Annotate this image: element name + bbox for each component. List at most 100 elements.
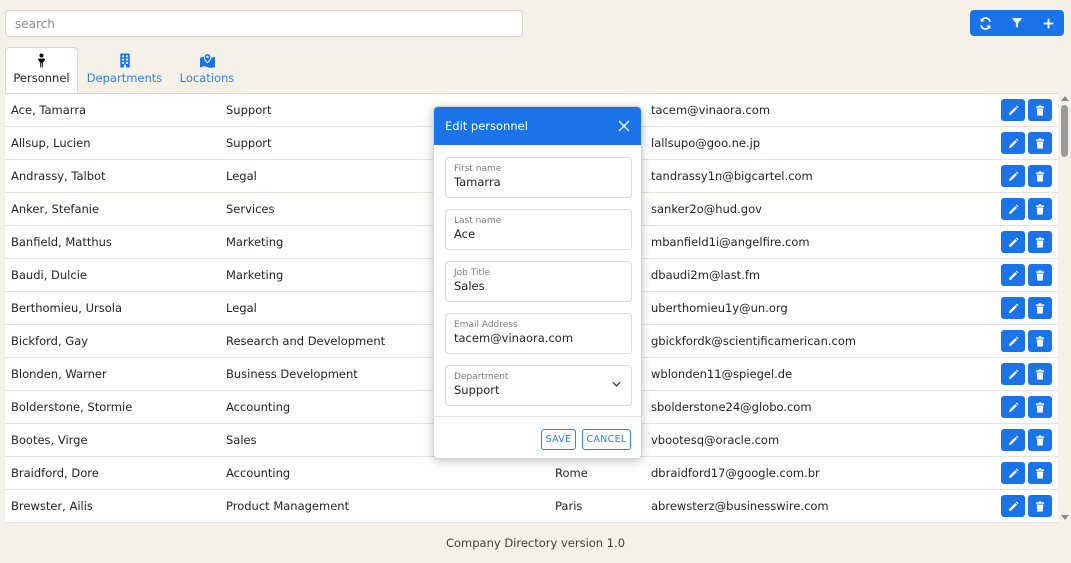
department-select[interactable]: Department Support bbox=[445, 365, 632, 406]
employee-email: sbolderstone24@globo.com bbox=[651, 400, 812, 414]
employee-department: Support bbox=[226, 136, 272, 150]
modal-title: Edit personnel bbox=[445, 119, 528, 133]
close-button[interactable] bbox=[617, 119, 631, 133]
delete-button[interactable] bbox=[1028, 495, 1052, 517]
employee-department: Accounting bbox=[226, 466, 291, 480]
pencil-icon bbox=[1008, 236, 1019, 247]
employee-email: tandrassy1n@bigcartel.com bbox=[651, 169, 813, 183]
table-row: Braidford, Dore Accounting Rome dbraidford1… bbox=[5, 457, 1058, 490]
refresh-icon bbox=[980, 16, 991, 30]
last-name-field[interactable]: Last name Ace bbox=[445, 209, 632, 250]
trash-icon bbox=[1035, 368, 1045, 380]
first-name-label: First name bbox=[454, 164, 502, 174]
tab-label: Departments bbox=[86, 71, 163, 85]
add-button[interactable] bbox=[1033, 10, 1064, 36]
first-name-field[interactable]: First name Tamarra bbox=[445, 157, 632, 198]
delete-button[interactable] bbox=[1028, 363, 1052, 385]
employee-location: Rome bbox=[555, 466, 588, 480]
employee-email: gbickfordk@scientificamerican.com bbox=[651, 334, 857, 348]
trash-icon bbox=[1035, 236, 1045, 248]
edit-button[interactable] bbox=[1001, 198, 1025, 220]
delete-button[interactable] bbox=[1028, 99, 1052, 121]
delete-button[interactable] bbox=[1028, 198, 1052, 220]
save-button[interactable]: SAVE bbox=[541, 429, 576, 450]
employee-email: sanker2o@hud.gov bbox=[651, 202, 762, 216]
trash-icon bbox=[1035, 434, 1045, 446]
trash-icon bbox=[1035, 170, 1045, 182]
close-icon bbox=[618, 120, 630, 132]
edit-button[interactable] bbox=[1001, 495, 1025, 517]
scrollbar-thumb[interactable] bbox=[1061, 105, 1068, 157]
job-title-field[interactable]: Job Title Sales bbox=[445, 261, 632, 302]
last-name-label: Last name bbox=[454, 216, 502, 226]
delete-button[interactable] bbox=[1028, 462, 1052, 484]
email-value[interactable]: tacem@vinaora.com bbox=[454, 331, 623, 345]
email-field[interactable]: Email Address tacem@vinaora.com bbox=[445, 313, 632, 354]
employee-name: Allsup, Lucien bbox=[11, 136, 91, 150]
tab-bar: Personnel Departments Locations bbox=[5, 47, 243, 94]
delete-button[interactable] bbox=[1028, 231, 1052, 253]
edit-button[interactable] bbox=[1001, 165, 1025, 187]
employee-name: Brewster, Ailis bbox=[11, 499, 93, 513]
employee-name: Andrassy, Talbot bbox=[11, 169, 106, 183]
edit-button[interactable] bbox=[1001, 264, 1025, 286]
trash-icon bbox=[1035, 203, 1045, 215]
tab-locations[interactable]: Locations bbox=[171, 47, 243, 94]
employee-department: Accounting bbox=[226, 400, 291, 414]
last-name-value[interactable]: Ace bbox=[454, 227, 623, 241]
cancel-button[interactable]: CANCEL bbox=[582, 429, 631, 450]
scroll-up-arrow-icon[interactable] bbox=[1061, 96, 1069, 101]
employee-name: Blonden, Warner bbox=[11, 367, 107, 381]
edit-button[interactable] bbox=[1001, 99, 1025, 121]
scroll-down-arrow-icon[interactable] bbox=[1061, 515, 1069, 520]
employee-name: Anker, Stefanie bbox=[11, 202, 100, 216]
employee-name: Berthomieu, Ursola bbox=[11, 301, 123, 315]
edit-button[interactable] bbox=[1001, 231, 1025, 253]
delete-button[interactable] bbox=[1028, 429, 1052, 451]
employee-email: mbanfield1i@angelfire.com bbox=[651, 235, 810, 249]
trash-icon bbox=[1035, 137, 1045, 149]
edit-button[interactable] bbox=[1001, 363, 1025, 385]
trash-icon bbox=[1035, 401, 1045, 413]
filter-button[interactable] bbox=[1001, 10, 1032, 36]
employee-department: Sales bbox=[226, 433, 257, 447]
first-name-value[interactable]: Tamarra bbox=[454, 175, 623, 189]
pencil-icon bbox=[1008, 170, 1019, 181]
toolbar-button-group bbox=[970, 10, 1064, 36]
trash-icon bbox=[1035, 500, 1045, 512]
department-label: Department bbox=[454, 372, 509, 382]
employee-email: dbraidford17@google.com.br bbox=[651, 466, 820, 480]
delete-button[interactable] bbox=[1028, 264, 1052, 286]
delete-button[interactable] bbox=[1028, 330, 1052, 352]
edit-button[interactable] bbox=[1001, 396, 1025, 418]
delete-button[interactable] bbox=[1028, 396, 1052, 418]
modal-footer: SAVE CANCEL bbox=[434, 416, 641, 458]
job-title-value[interactable]: Sales bbox=[454, 279, 623, 293]
map-pin-icon bbox=[199, 53, 215, 68]
filter-icon bbox=[1011, 18, 1023, 28]
edit-button[interactable] bbox=[1001, 429, 1025, 451]
employee-location: Paris bbox=[555, 499, 583, 513]
delete-button[interactable] bbox=[1028, 132, 1052, 154]
delete-button[interactable] bbox=[1028, 165, 1052, 187]
search-input[interactable] bbox=[5, 10, 523, 37]
pencil-icon bbox=[1008, 368, 1019, 379]
employee-name: Bootes, Virge bbox=[11, 433, 88, 447]
delete-button[interactable] bbox=[1028, 297, 1052, 319]
footer-version: Company Directory version 1.0 bbox=[445, 536, 626, 550]
email-label: Email Address bbox=[454, 320, 518, 330]
employee-email: abrewsterz@businesswire.com bbox=[651, 499, 829, 513]
pencil-icon bbox=[1008, 500, 1019, 511]
department-value: Support bbox=[454, 383, 500, 397]
tab-departments[interactable]: Departments bbox=[78, 47, 171, 94]
edit-button[interactable] bbox=[1001, 330, 1025, 352]
employee-department: Legal bbox=[226, 169, 257, 183]
tab-personnel[interactable]: Personnel bbox=[5, 47, 78, 94]
pencil-icon bbox=[1008, 467, 1019, 478]
edit-button[interactable] bbox=[1001, 132, 1025, 154]
vertical-scrollbar[interactable] bbox=[1058, 93, 1071, 523]
edit-button[interactable] bbox=[1001, 297, 1025, 319]
pencil-icon bbox=[1008, 401, 1019, 412]
refresh-button[interactable] bbox=[970, 10, 1001, 36]
edit-button[interactable] bbox=[1001, 462, 1025, 484]
